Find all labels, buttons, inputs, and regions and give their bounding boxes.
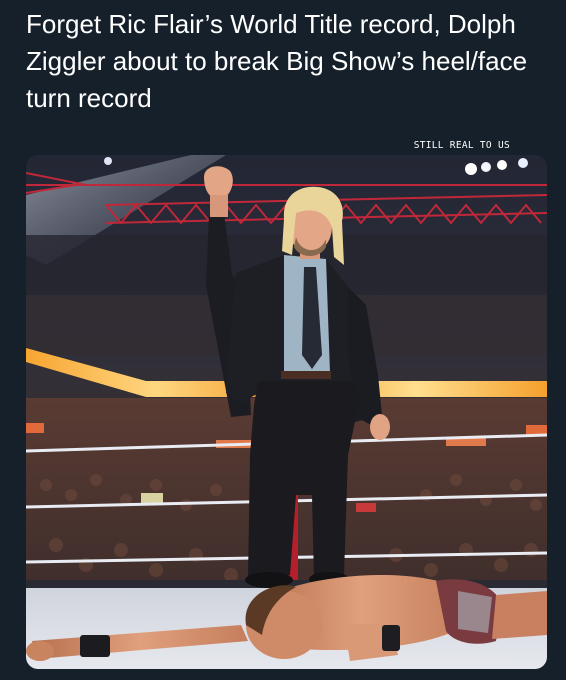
post-headline: Forget Ric Flair’s World Title record, D… — [26, 9, 528, 113]
photo-credit: STILL REAL TO US — [413, 140, 510, 151]
wrestling-photo[interactable] — [26, 155, 547, 669]
